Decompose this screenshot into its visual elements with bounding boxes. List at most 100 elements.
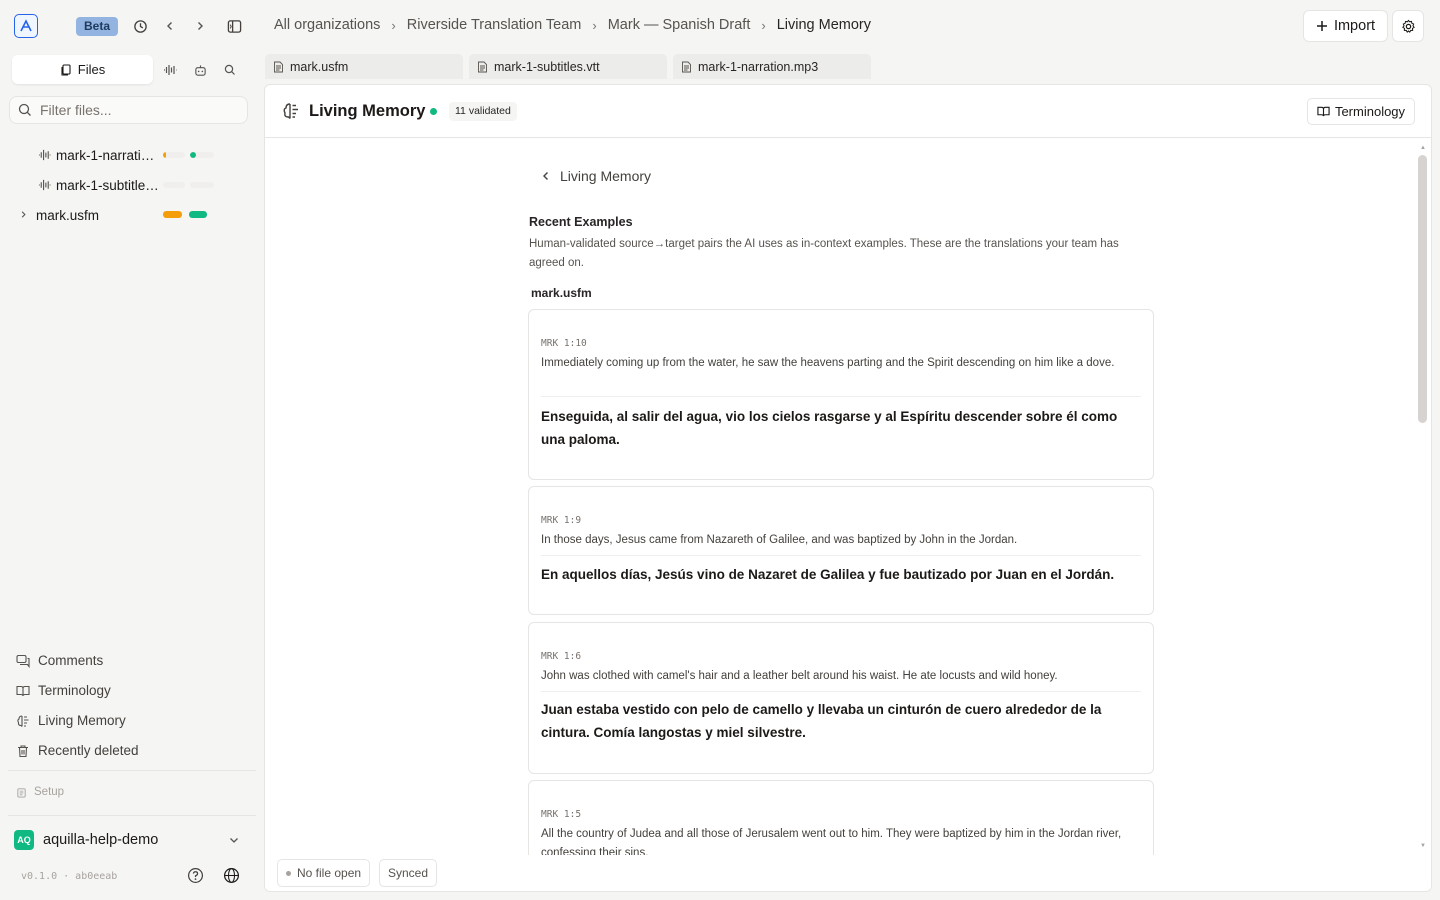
breadcrumb-project[interactable]: Mark — Spanish Draft	[608, 17, 751, 33]
verse-reference: MRK 1:10	[541, 338, 587, 349]
back-link-label: Living Memory	[560, 168, 652, 184]
progress-bar-draft	[163, 211, 182, 218]
target-text: Juan estaba vestido con pelo de camello …	[541, 702, 1102, 740]
logo-icon	[20, 19, 32, 32]
book-icon	[16, 684, 30, 698]
setup-label: Setup	[34, 786, 65, 798]
sidebar-item-comments[interactable]: Comments	[16, 653, 103, 668]
tab-search[interactable]	[221, 61, 239, 79]
status-bar-background	[265, 855, 1431, 891]
sidebar-item-label: Comments	[38, 653, 104, 668]
tab-assistant[interactable]	[191, 61, 209, 79]
plus-icon	[1316, 21, 1327, 31]
status-sync: Synced	[379, 859, 438, 887]
app-version: v0.1.0 · ab0eeab	[21, 871, 118, 882]
group-title: mark.usfm	[531, 286, 592, 300]
chevron-left-icon	[543, 172, 548, 180]
sidebar-item-label: Terminology	[38, 683, 111, 698]
source-text: John was clothed with camel's hair and a…	[541, 670, 1058, 682]
account-name: aquilla-help-demo	[43, 832, 159, 848]
tab-files[interactable]: Files	[12, 55, 153, 84]
living-memory-panel: Living Memory 11 validated Terminology L…	[264, 84, 1432, 892]
file-row-mark-usfm[interactable]: mark.usfm	[0, 203, 250, 227]
target-text: En aquellos días, Jesús vino de Nazaret …	[541, 567, 1115, 582]
sidebar-toggle-icon[interactable]	[224, 16, 244, 36]
file-name: mark.usfm	[36, 207, 100, 223]
terminology-button[interactable]: Terminology	[1307, 98, 1415, 125]
account-switcher[interactable]: AQ aquilla-help-demo	[14, 830, 158, 850]
breadcrumb-current: Living Memory	[776, 17, 871, 33]
file-row-narration[interactable]: mark-1-narration.mp3	[0, 143, 250, 167]
progress-bar-validated	[190, 152, 214, 158]
sidebar-divider	[8, 815, 256, 816]
setup-section[interactable]: Setup	[16, 786, 64, 798]
panel-header: Living Memory 11 validated Terminology	[265, 85, 1431, 138]
file-tab-label: mark.usfm	[290, 59, 349, 74]
waveform-icon	[38, 179, 51, 191]
brain-icon	[283, 103, 298, 119]
example-divider	[541, 396, 1141, 397]
filter-files-input[interactable]	[40, 102, 240, 118]
sidebar-item-recently-deleted[interactable]: Recently deleted	[16, 743, 139, 758]
status-dot	[430, 108, 437, 115]
file-tab-label: mark-1-narration.mp3	[698, 59, 819, 74]
back-nav-icon[interactable]	[160, 16, 180, 36]
file-icon	[682, 61, 691, 72]
section-description: Human-validated source→target pairs the …	[529, 238, 1119, 269]
file-name: mark-1-narration.mp3	[56, 147, 156, 163]
status-file-label: No file open	[297, 866, 362, 880]
import-button[interactable]: Import	[1303, 10, 1388, 42]
settings-button[interactable]	[1392, 10, 1424, 42]
breadcrumb-team[interactable]: Riverside Translation Team	[407, 17, 582, 33]
file-tab-subtitles[interactable]: mark-1-subtitles.vtt	[469, 54, 667, 79]
sidebar-item-terminology[interactable]: Terminology	[16, 683, 111, 698]
clipboard-icon	[17, 787, 26, 798]
verse-reference: MRK 1:5	[541, 809, 582, 820]
example-divider	[541, 555, 1141, 556]
brain-icon	[16, 714, 30, 728]
filter-files-input-wrapper	[9, 96, 248, 124]
verse-reference: MRK 1:6	[541, 651, 582, 662]
progress-bar-validated	[189, 211, 207, 218]
file-tab-label: mark-1-subtitles.vtt	[494, 59, 600, 74]
target-text: Enseguida, al salir del agua, vio los ci…	[541, 409, 1118, 447]
breadcrumb-organizations[interactable]: All organizations	[274, 17, 380, 33]
waveform-icon	[38, 149, 51, 161]
beta-badge: Beta	[76, 17, 119, 36]
history-icon[interactable]	[130, 16, 150, 36]
file-tab-narration[interactable]: mark-1-narration.mp3	[673, 54, 871, 79]
example-card: MRK 1:6 John was clothed with camel's ha…	[528, 622, 1154, 774]
tab-audio[interactable]	[161, 61, 179, 79]
app-logo[interactable]	[14, 14, 38, 38]
chevron-down-icon[interactable]	[228, 834, 240, 846]
file-icon	[274, 61, 283, 72]
import-label: Import	[1333, 18, 1376, 34]
globe-icon[interactable]	[223, 867, 240, 884]
file-icon	[478, 61, 487, 72]
forward-nav-icon[interactable]	[190, 16, 210, 36]
back-link[interactable]: Living Memory	[541, 168, 651, 184]
progress-bar-draft	[163, 182, 185, 188]
validated-count-badge: 11 validated	[449, 102, 517, 121]
verse-reference: MRK 1:9	[541, 515, 582, 526]
help-icon[interactable]	[187, 867, 204, 884]
file-tab-mark-usfm[interactable]: mark.usfm	[265, 54, 463, 79]
scroll-down-icon[interactable]: ▼	[1420, 843, 1426, 849]
source-text: Immediately coming up from the water, he…	[541, 357, 1115, 369]
status-dot	[286, 870, 291, 876]
breadcrumb-separator-icon: ›	[761, 17, 766, 33]
top-bar: Beta All organizations › Riverside Trans…	[0, 0, 1440, 52]
page-title: Living Memory	[309, 102, 426, 120]
progress-bar-validated	[190, 182, 214, 188]
file-name: mark-1-subtitles.vtt	[56, 177, 160, 193]
status-sync-label: Synced	[388, 866, 429, 880]
tab-files-label: Files	[77, 62, 106, 77]
scroll-up-icon[interactable]: ▲	[1420, 145, 1426, 151]
sidebar-item-label: Recently deleted	[38, 743, 139, 758]
example-card: MRK 1:9 In those days, Jesus came from N…	[528, 486, 1154, 615]
file-row-subtitles[interactable]: mark-1-subtitles.vtt	[0, 173, 250, 197]
sidebar-tabs: Files	[10, 55, 250, 85]
sidebar-item-living-memory[interactable]: Living Memory	[16, 713, 126, 728]
example-divider	[541, 691, 1141, 692]
scrollbar-thumb[interactable]	[1418, 155, 1427, 423]
